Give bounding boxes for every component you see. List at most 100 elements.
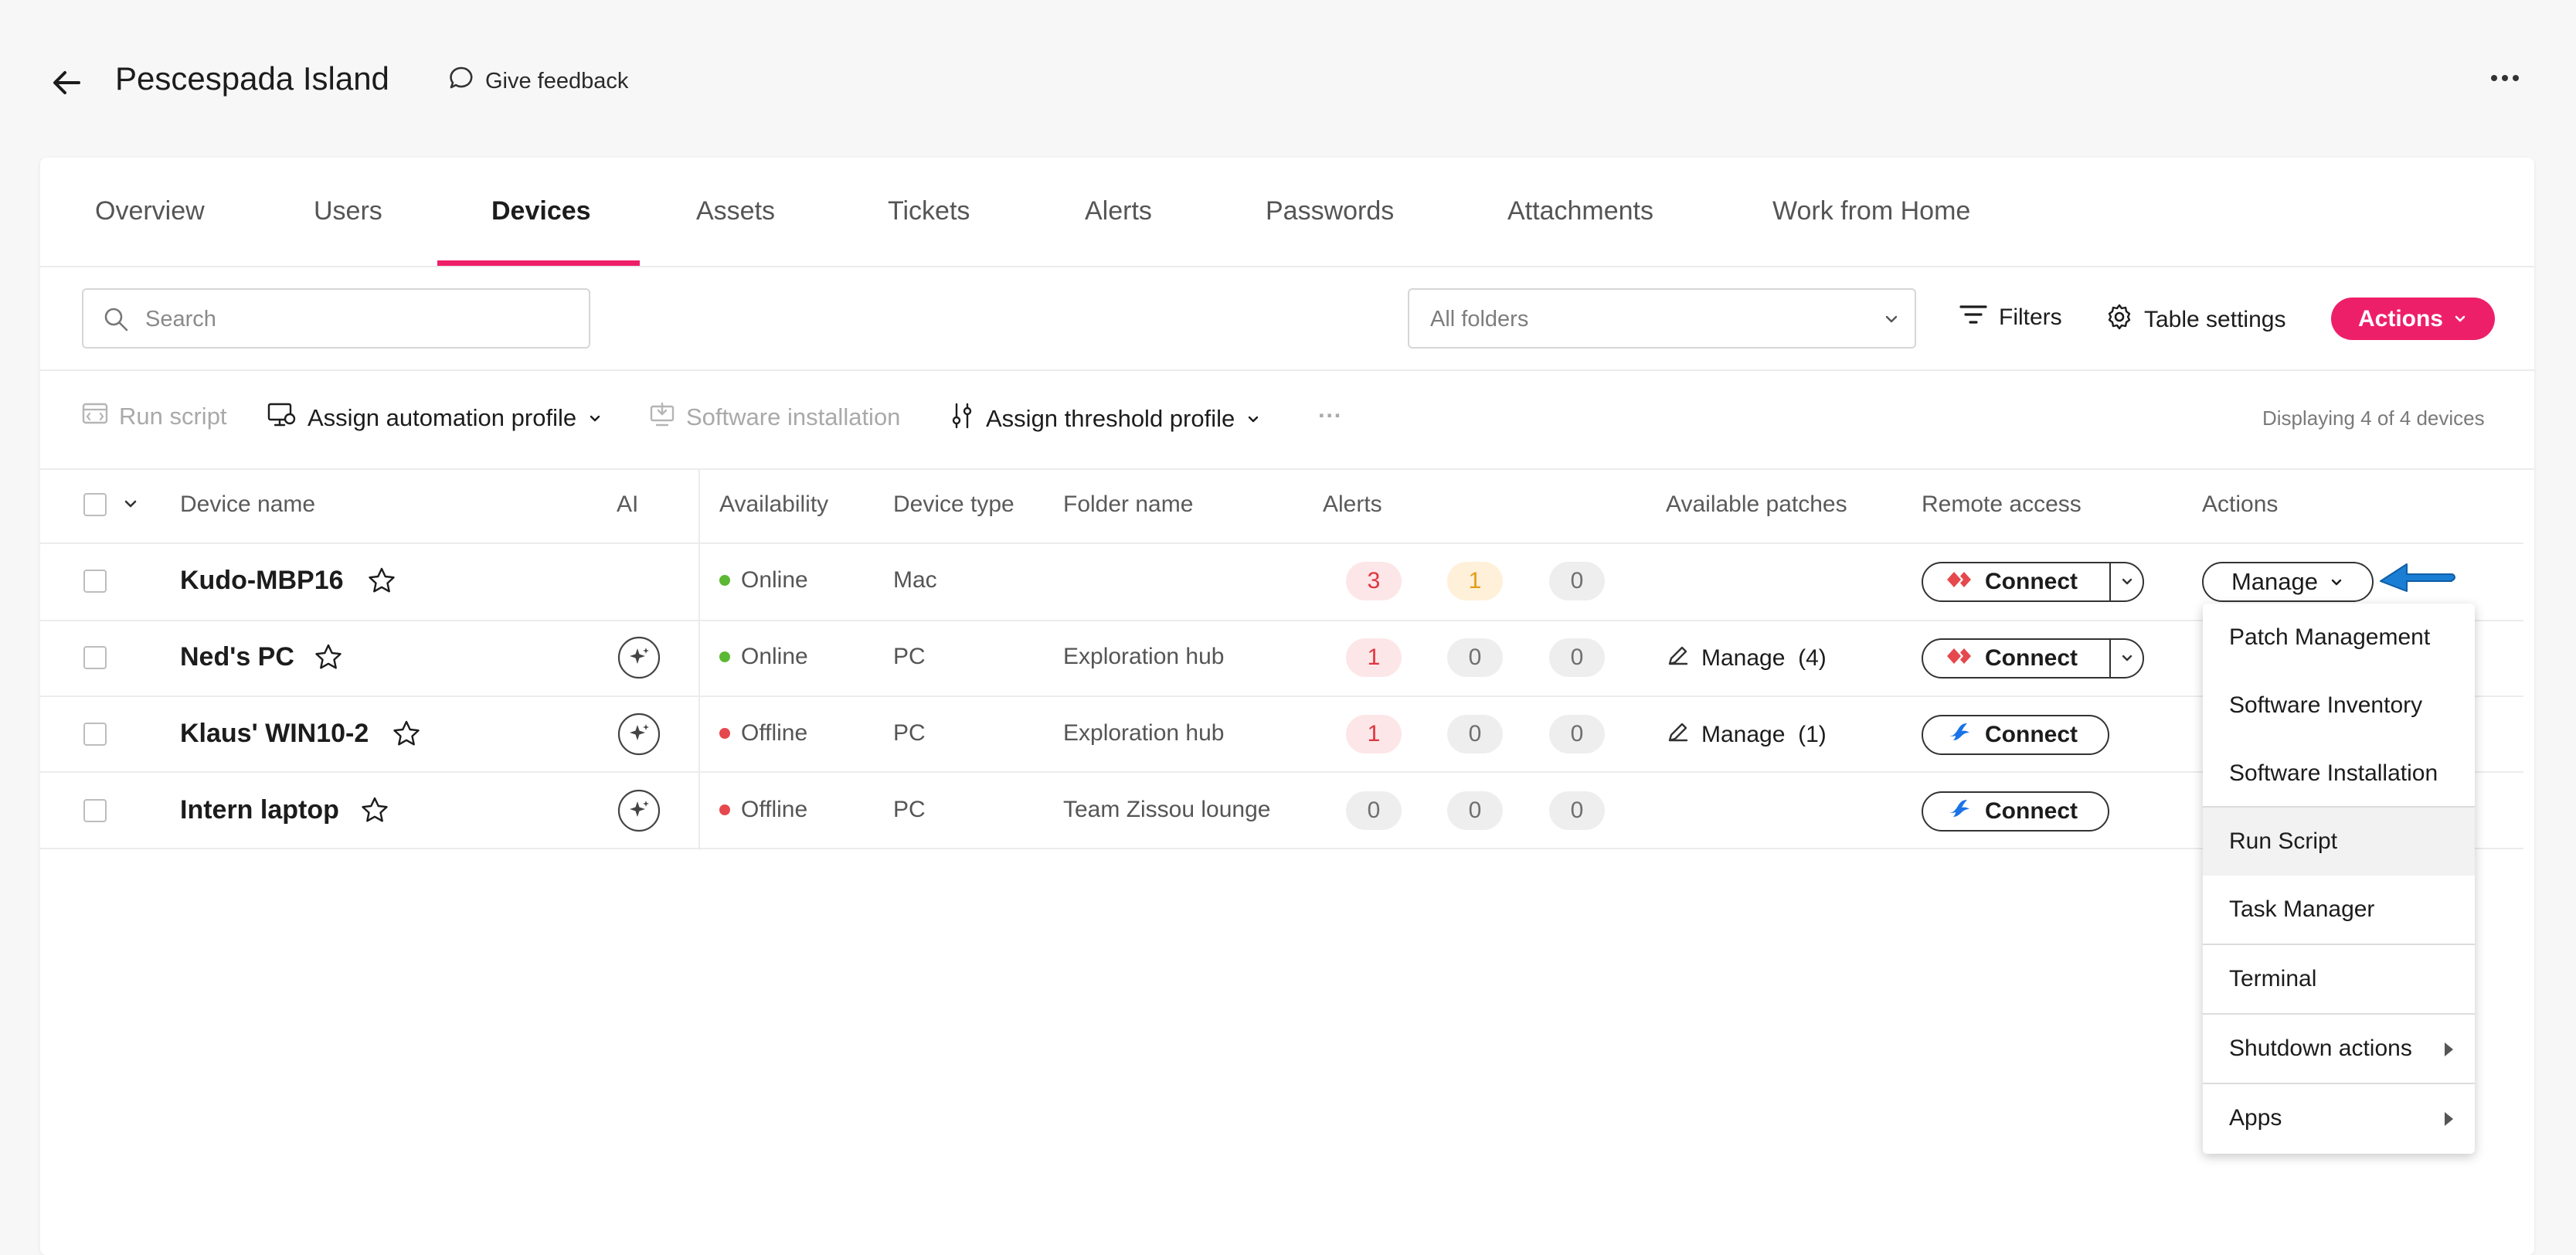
menu-item-label: Task Manager: [2229, 896, 2375, 922]
menu-item-terminal[interactable]: Terminal: [2203, 945, 2475, 1013]
connect-split-button[interactable]: Connect: [1922, 638, 2144, 679]
select-all-checkbox[interactable]: [83, 493, 107, 516]
alert-badge-critical[interactable]: 1: [1346, 638, 1402, 677]
status-dot: [719, 575, 730, 586]
tab-work-from-home[interactable]: Work from Home: [1772, 196, 1970, 226]
column-header-alerts[interactable]: Alerts: [1323, 491, 1382, 518]
column-header-remote-access[interactable]: Remote access: [1922, 491, 2082, 518]
availability-status: Offline: [719, 720, 807, 747]
column-header-availability[interactable]: Availability: [719, 491, 828, 518]
give-feedback-link[interactable]: Give feedback: [448, 65, 628, 97]
run-script-button[interactable]: Run script: [82, 402, 227, 431]
row-checkbox[interactable]: [83, 799, 107, 822]
submenu-arrow-icon: [2445, 1112, 2453, 1126]
chevron-down-icon: [2329, 568, 2344, 596]
alert-badge-warning[interactable]: 0: [1447, 715, 1503, 753]
manage-patches-link[interactable]: Manage (4): [1666, 643, 1827, 674]
menu-item-label: Software Installation: [2229, 760, 2438, 786]
star-icon[interactable]: [391, 719, 422, 750]
manage-patches-label: Manage (4): [1701, 645, 1827, 671]
tab-passwords[interactable]: Passwords: [1266, 196, 1394, 226]
alert-badge-warning[interactable]: 1: [1447, 562, 1503, 600]
tab-devices[interactable]: Devices: [491, 196, 591, 226]
menu-item-shutdown-actions[interactable]: Shutdown actions: [2203, 1015, 2475, 1083]
tab-assets[interactable]: Assets: [696, 196, 775, 226]
assign-automation-profile-button[interactable]: Assign automation profile: [267, 402, 603, 434]
alert-badge-critical[interactable]: 3: [1346, 562, 1402, 600]
connect-button[interactable]: Connect: [1922, 791, 2109, 832]
row-checkbox[interactable]: [83, 723, 107, 746]
connect-label: Connect: [1985, 722, 2078, 747]
alert-badge-info[interactable]: 0: [1549, 715, 1605, 753]
column-header-device-type[interactable]: Device type: [893, 491, 1014, 518]
chevron-down-icon[interactable]: [122, 496, 139, 515]
toolbar-divider: [40, 369, 2534, 371]
device-name[interactable]: Ned's PC: [180, 642, 294, 672]
tab-users[interactable]: Users: [314, 196, 382, 226]
column-header-folder-name[interactable]: Folder name: [1063, 491, 1193, 518]
folder-select[interactable]: All folders: [1408, 288, 1916, 349]
column-header-actions[interactable]: Actions: [2202, 491, 2278, 518]
table-top-divider: [40, 468, 2534, 470]
connect-label: Connect: [1985, 569, 2078, 594]
column-header-ai[interactable]: AI: [617, 491, 638, 518]
search-input[interactable]: [144, 301, 564, 338]
assign-threshold-profile-label: Assign threshold profile: [986, 405, 1235, 432]
menu-item-run-script[interactable]: Run Script: [2203, 808, 2475, 876]
star-icon[interactable]: [366, 566, 397, 597]
menu-item-software-installation[interactable]: Software Installation: [2203, 740, 2475, 808]
tab-overview[interactable]: Overview: [95, 196, 205, 226]
connect-button-content: Connect: [1923, 716, 2078, 753]
alert-badge-info[interactable]: 0: [1549, 562, 1605, 600]
status-dot: [719, 804, 730, 815]
more-toolbar-actions[interactable]: ···: [1318, 402, 1342, 430]
run-script-label: Run script: [119, 403, 227, 430]
manage-patches-link[interactable]: Manage (1): [1666, 719, 1827, 750]
tab-attachments[interactable]: Attachments: [1507, 196, 1653, 226]
tab-tickets[interactable]: Tickets: [888, 196, 970, 226]
alert-badge-warning[interactable]: 0: [1447, 791, 1503, 830]
ai-sparkle-icon[interactable]: [617, 713, 661, 756]
connect-button[interactable]: Connect: [1922, 715, 2109, 755]
connect-button[interactable]: Connect: [1923, 563, 2109, 600]
ai-sparkle-icon[interactable]: [617, 636, 661, 679]
software-installation-label: Software installation: [686, 403, 901, 430]
more-options-icon[interactable]: [2489, 66, 2520, 90]
menu-item-label: Shutdown actions: [2229, 1036, 2412, 1061]
device-name[interactable]: Intern laptop: [180, 795, 339, 825]
assign-threshold-profile-button[interactable]: Assign threshold profile: [949, 402, 1261, 436]
pencil-icon: [1666, 643, 1691, 674]
menu-item-patch-management[interactable]: Patch Management: [2203, 604, 2475, 672]
software-installation-button[interactable]: Software installation: [649, 402, 900, 433]
star-icon[interactable]: [313, 642, 344, 673]
alert-badge-critical[interactable]: 0: [1346, 791, 1402, 830]
back-arrow-icon[interactable]: [48, 63, 87, 102]
ai-sparkle-icon[interactable]: [617, 789, 661, 832]
filters-button[interactable]: Filters: [1959, 303, 2062, 332]
menu-item-task-manager[interactable]: Task Manager: [2203, 876, 2475, 944]
alert-badge-warning[interactable]: 0: [1447, 638, 1503, 677]
column-header-available-patches[interactable]: Available patches: [1666, 491, 1847, 518]
actions-button[interactable]: Actions: [2331, 298, 2495, 340]
device-type: PC: [893, 644, 926, 669]
alert-badge-info[interactable]: 0: [1549, 638, 1605, 677]
connect-split-button[interactable]: Connect: [1922, 562, 2144, 602]
connect-options-toggle[interactable]: [2109, 563, 2143, 600]
manage-button[interactable]: Manage: [2202, 562, 2374, 602]
menu-item-software-inventory[interactable]: Software Inventory: [2203, 672, 2475, 740]
search-field[interactable]: [82, 288, 590, 349]
menu-item-apps[interactable]: Apps: [2203, 1084, 2475, 1152]
connect-options-toggle[interactable]: [2109, 640, 2143, 677]
column-header-device-name[interactable]: Device name: [180, 491, 315, 518]
star-icon[interactable]: [359, 795, 390, 826]
device-name[interactable]: Klaus' WIN10-2: [180, 719, 369, 749]
connect-button[interactable]: Connect: [1923, 640, 2109, 677]
folder-select-value: All folders: [1430, 307, 1529, 332]
row-checkbox[interactable]: [83, 646, 107, 669]
row-checkbox[interactable]: [83, 570, 107, 593]
table-settings-button[interactable]: Table settings: [2105, 303, 2285, 337]
alert-badge-info[interactable]: 0: [1549, 791, 1605, 830]
alert-badge-critical[interactable]: 1: [1346, 715, 1402, 753]
tab-alerts[interactable]: Alerts: [1085, 196, 1152, 226]
device-name[interactable]: Kudo-MBP16: [180, 566, 344, 596]
